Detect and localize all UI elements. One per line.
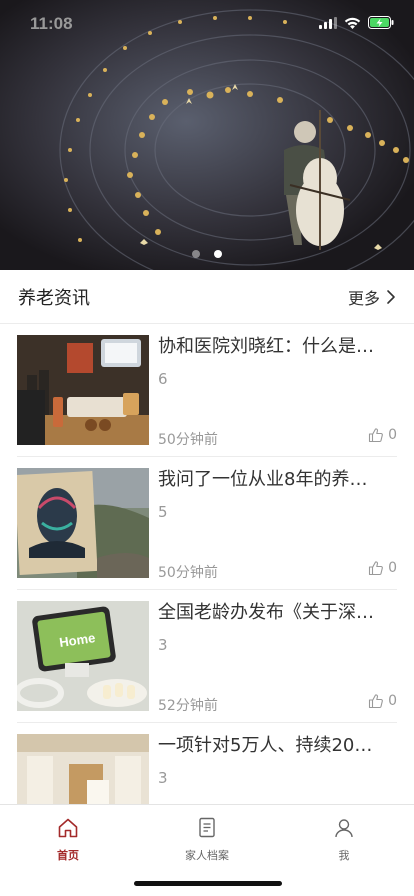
news-count: 6	[158, 370, 168, 388]
tab-home-label: 首页	[57, 849, 79, 862]
news-thumbnail	[17, 335, 149, 445]
chevron-right-icon	[387, 289, 395, 304]
thumbs-up-icon	[369, 694, 383, 709]
news-thumbnail: Home	[17, 601, 149, 711]
news-time: 52分钟前	[158, 698, 218, 714]
news-item[interactable]: 协和医院刘晓红：什么是… 6 50分钟前 0	[17, 324, 397, 457]
news-title[interactable]: 一项针对5万人、持续20…	[158, 733, 398, 759]
status-icons	[319, 16, 394, 29]
home-indicator[interactable]	[134, 881, 282, 886]
news-title[interactable]: 全国老龄办发布《关于深…	[158, 600, 398, 626]
news-item[interactable]: Home 全国老龄办发布《关于深… 3 52分钟前 0	[17, 590, 397, 723]
news-count: 3	[158, 636, 168, 654]
like-button[interactable]: 0	[368, 560, 397, 576]
status-bar: 11:08	[0, 0, 414, 50]
more-link[interactable]: 更多	[348, 285, 396, 309]
hero-banner[interactable]: 11:08	[0, 0, 414, 270]
like-button[interactable]: 0	[368, 693, 397, 709]
more-label: 更多	[347, 288, 380, 308]
news-time: 50分钟前	[158, 565, 218, 581]
pagination-dot-active[interactable]	[214, 250, 222, 258]
tab-family-records-label: 家人档案	[185, 849, 229, 862]
news-count: 3	[158, 769, 168, 787]
news-list: 协和医院刘晓红：什么是… 6 50分钟前 0 我问了一位从业8年的养… 5 50…	[0, 324, 414, 804]
news-count: 5	[158, 503, 168, 521]
news-thumbnail	[17, 468, 149, 578]
signal-icon	[319, 16, 337, 29]
news-title[interactable]: 我问了一位从业8年的养…	[158, 467, 398, 493]
like-count: 0	[388, 693, 397, 709]
person-icon	[335, 819, 353, 838]
like-count: 0	[388, 427, 397, 443]
like-count: 0	[388, 560, 397, 576]
wifi-icon	[344, 17, 361, 29]
home-icon	[58, 818, 78, 838]
tab-me[interactable]: 我	[294, 815, 394, 863]
news-time: 50分钟前	[158, 432, 218, 448]
document-icon	[199, 817, 215, 838]
thumbs-up-icon	[369, 428, 383, 443]
news-title[interactable]: 协和医院刘晓红：什么是…	[158, 334, 398, 360]
thumbs-up-icon	[369, 561, 383, 576]
section-title: 养老资讯	[18, 287, 90, 309]
news-item[interactable]: 我问了一位从业8年的养… 5 50分钟前 0	[17, 457, 397, 590]
tab-family-records[interactable]: 家人档案	[157, 815, 257, 863]
tab-me-label: 我	[338, 849, 350, 862]
battery-charging-icon	[368, 16, 394, 29]
section-header: 养老资讯 更多	[0, 270, 414, 324]
banner-pagination	[192, 250, 222, 258]
like-button[interactable]: 0	[368, 427, 397, 443]
news-item[interactable]: 一项针对5万人、持续20… 3	[17, 723, 397, 804]
news-thumbnail	[17, 734, 149, 804]
tab-home[interactable]: 首页	[18, 815, 118, 863]
status-time: 11:08	[30, 14, 73, 33]
pagination-dot[interactable]	[192, 250, 200, 258]
